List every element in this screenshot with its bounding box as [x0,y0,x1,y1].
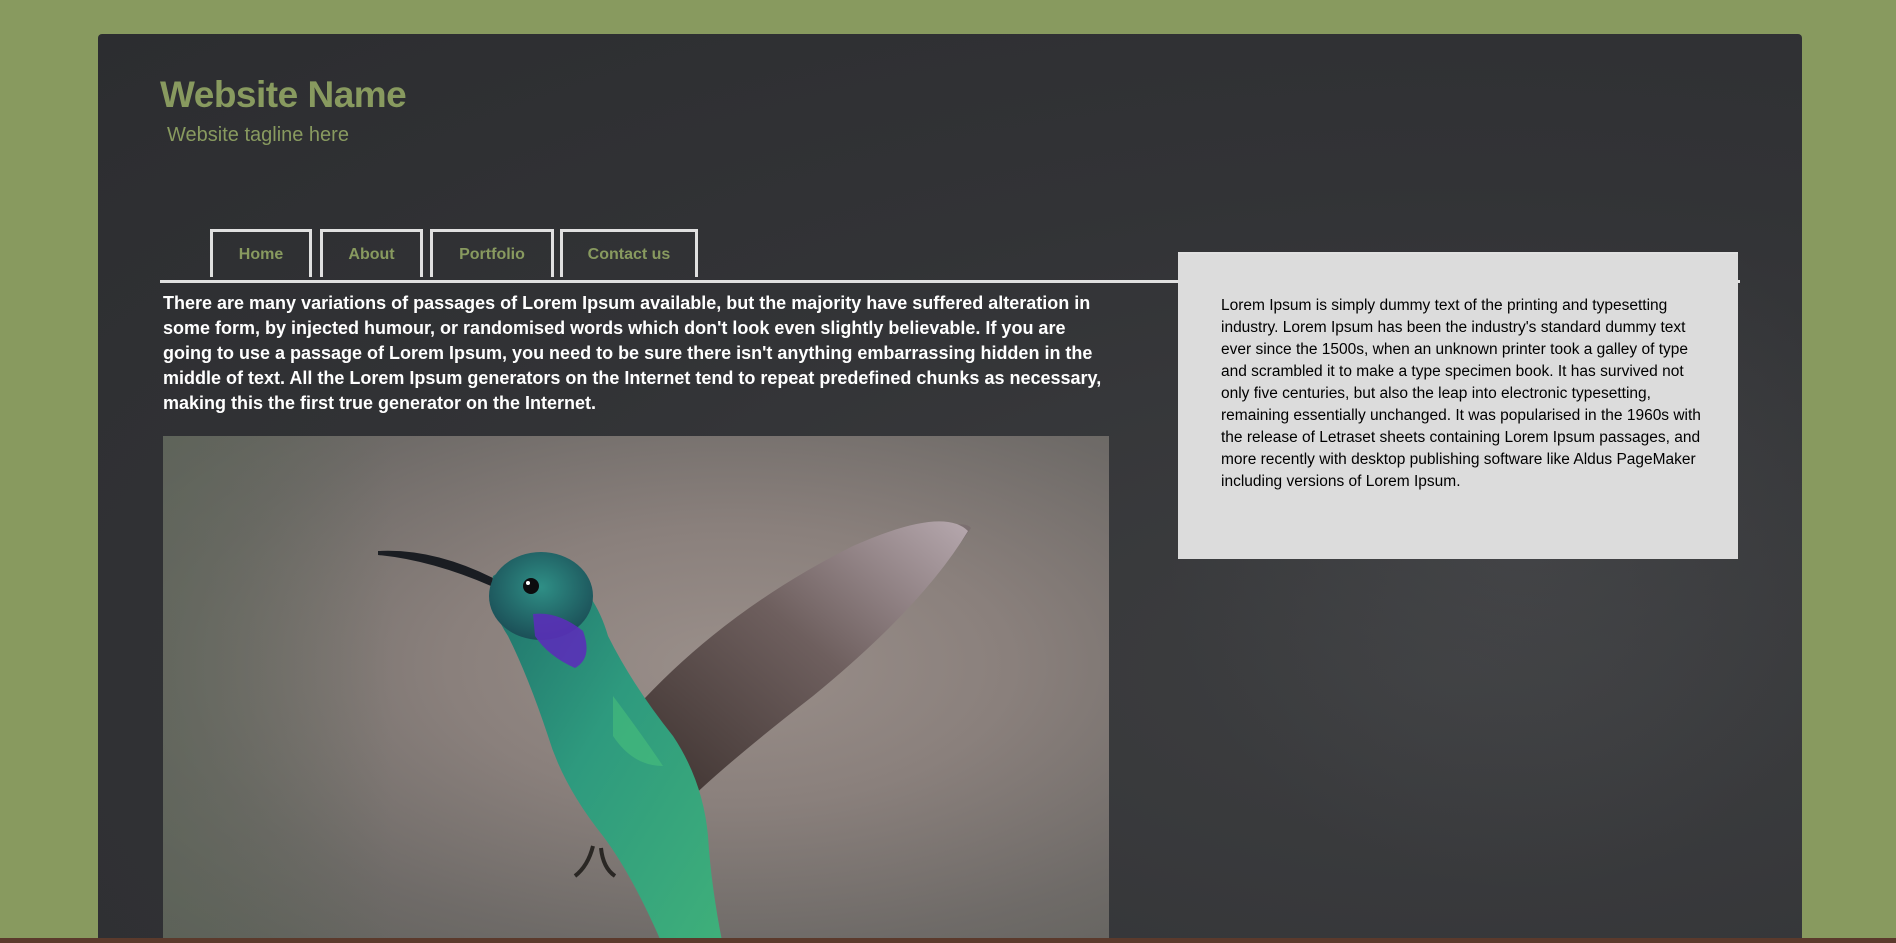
sidebar-panel: Lorem Ipsum is simply dummy text of the … [1178,252,1738,559]
nav-item-home[interactable]: Home [210,229,312,277]
page-container: Website Name Website tagline here Home A… [98,34,1802,943]
nav-item-contact[interactable]: Contact us [560,229,698,277]
site-tagline: Website tagline here [167,124,349,146]
sidebar-text: Lorem Ipsum is simply dummy text of the … [1221,297,1701,490]
site-name[interactable]: Website Name [160,74,407,116]
beak-shape [378,550,493,586]
hummingbird-image [163,436,1109,943]
nav-item-about[interactable]: About [320,229,423,277]
hummingbird-illustration [378,521,971,943]
nav-item-portfolio[interactable]: Portfolio [430,229,554,277]
bottom-edge [0,938,1896,943]
intro-paragraph: There are many variations of passages of… [163,293,1102,413]
eye-shape [523,578,539,594]
